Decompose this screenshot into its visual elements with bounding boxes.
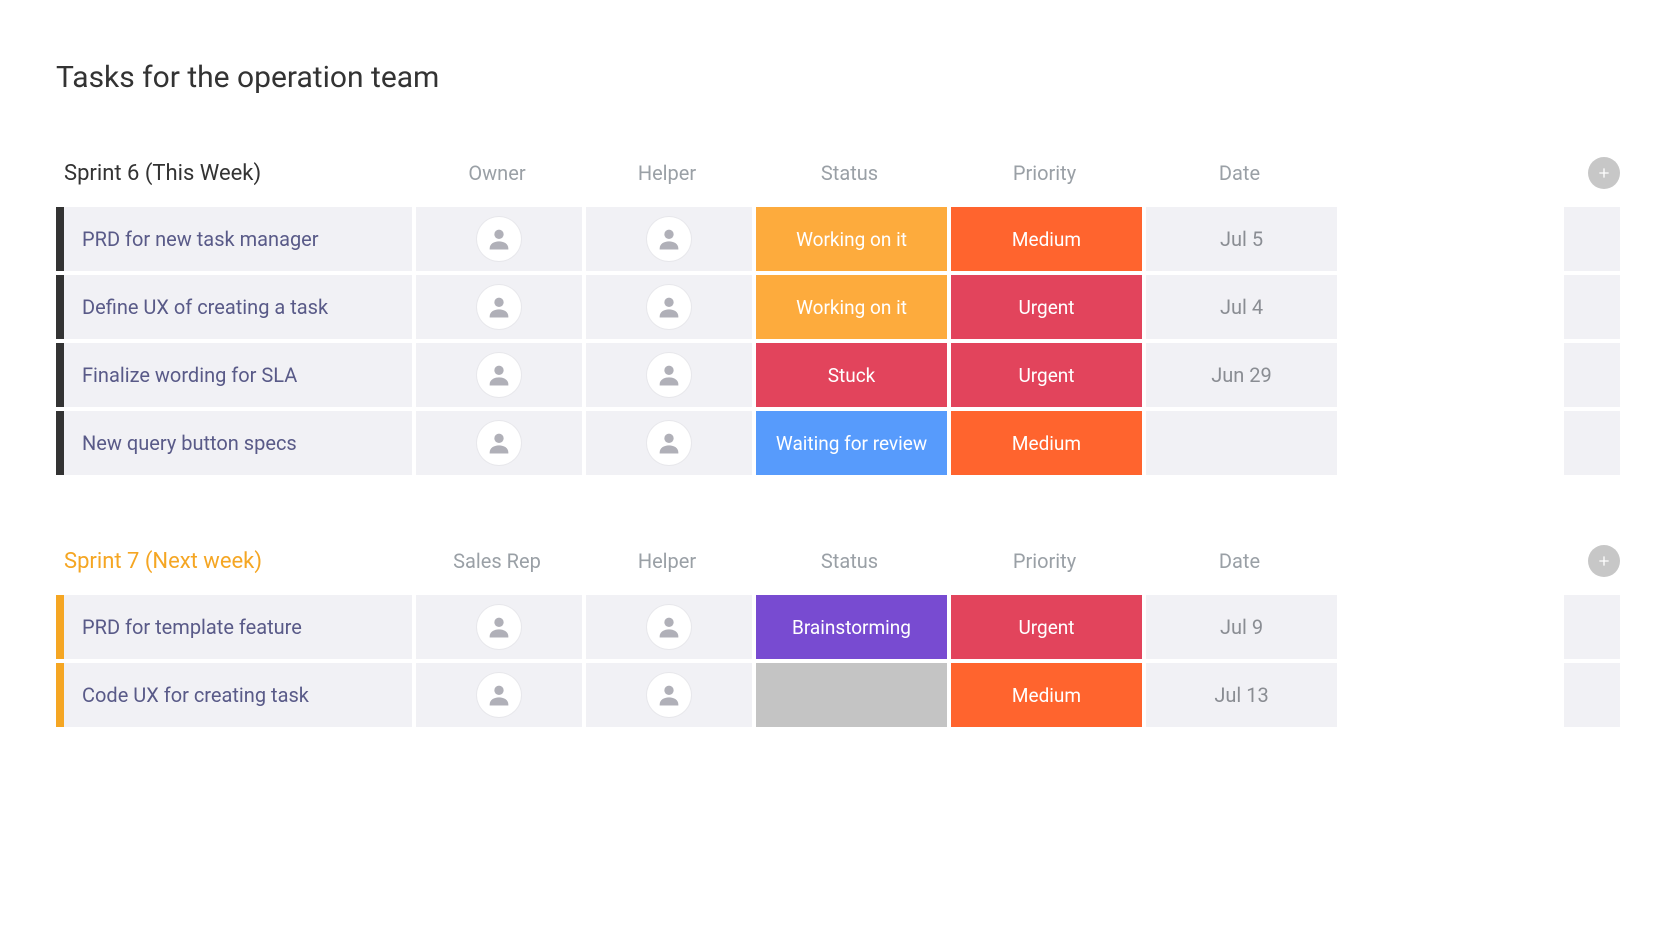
person-icon bbox=[485, 293, 513, 321]
helper-cell[interactable] bbox=[586, 663, 752, 727]
date-cell[interactable]: Jul 9 bbox=[1146, 595, 1337, 659]
helper-cell[interactable] bbox=[586, 411, 752, 475]
row-tail-cell bbox=[1564, 595, 1620, 659]
priority-cell[interactable]: Medium bbox=[951, 411, 1142, 475]
priority-cell[interactable]: Medium bbox=[951, 207, 1142, 271]
status-cell[interactable]: Working on it bbox=[756, 207, 947, 271]
column-header[interactable]: Sales Rep bbox=[412, 549, 582, 573]
owner-cell[interactable] bbox=[416, 275, 582, 339]
status-cell[interactable] bbox=[756, 663, 947, 727]
add-column-button[interactable] bbox=[1588, 157, 1620, 189]
helper-cell[interactable] bbox=[586, 275, 752, 339]
owner-cell[interactable] bbox=[416, 411, 582, 475]
date-cell[interactable]: Jun 29 bbox=[1146, 343, 1337, 407]
helper-cell[interactable] bbox=[586, 207, 752, 271]
person-icon bbox=[485, 429, 513, 457]
row-tail-cell bbox=[1564, 411, 1620, 475]
avatar bbox=[647, 673, 691, 717]
owner-cell[interactable] bbox=[416, 663, 582, 727]
status-cell[interactable]: Working on it bbox=[756, 275, 947, 339]
task-name-cell[interactable]: Finalize wording for SLA bbox=[64, 343, 412, 407]
person-icon bbox=[485, 361, 513, 389]
avatar bbox=[647, 605, 691, 649]
status-cell[interactable]: Brainstorming bbox=[756, 595, 947, 659]
avatar bbox=[647, 353, 691, 397]
plus-icon bbox=[1596, 165, 1612, 181]
avatar bbox=[647, 421, 691, 465]
task-name-cell[interactable]: Code UX for creating task bbox=[64, 663, 412, 727]
priority-cell[interactable]: Urgent bbox=[951, 343, 1142, 407]
status-cell[interactable]: Stuck bbox=[756, 343, 947, 407]
column-header[interactable]: Priority bbox=[947, 549, 1142, 573]
column-header[interactable]: Owner bbox=[412, 161, 582, 185]
table-row[interactable]: Finalize wording for SLA StuckUrgentJun 2… bbox=[56, 343, 1620, 407]
owner-cell[interactable] bbox=[416, 595, 582, 659]
priority-cell[interactable]: Urgent bbox=[951, 275, 1142, 339]
person-icon bbox=[655, 681, 683, 709]
date-cell[interactable]: Jul 5 bbox=[1146, 207, 1337, 271]
avatar bbox=[647, 285, 691, 329]
column-header[interactable]: Priority bbox=[947, 161, 1142, 185]
add-column-button[interactable] bbox=[1588, 545, 1620, 577]
avatar bbox=[477, 285, 521, 329]
owner-cell[interactable] bbox=[416, 207, 582, 271]
row-accent-bar bbox=[56, 595, 64, 659]
row-accent-bar bbox=[56, 663, 64, 727]
group-header: Sprint 7 (Next week)Sales RepHelperStatu… bbox=[56, 539, 1620, 583]
priority-cell[interactable]: Urgent bbox=[951, 595, 1142, 659]
table-row[interactable]: New query button specs Waiting for review… bbox=[56, 411, 1620, 475]
group-header: Sprint 6 (This Week)OwnerHelperStatusPri… bbox=[56, 151, 1620, 195]
person-icon bbox=[655, 293, 683, 321]
column-header[interactable]: Helper bbox=[582, 549, 752, 573]
column-header[interactable]: Status bbox=[752, 549, 947, 573]
task-group: Sprint 6 (This Week)OwnerHelperStatusPri… bbox=[56, 151, 1620, 475]
priority-cell[interactable]: Medium bbox=[951, 663, 1142, 727]
column-header[interactable]: Helper bbox=[582, 161, 752, 185]
helper-cell[interactable] bbox=[586, 595, 752, 659]
helper-cell[interactable] bbox=[586, 343, 752, 407]
plus-icon bbox=[1596, 553, 1612, 569]
status-cell[interactable]: Waiting for review bbox=[756, 411, 947, 475]
row-accent-bar bbox=[56, 343, 64, 407]
avatar bbox=[477, 421, 521, 465]
column-header[interactable]: Date bbox=[1142, 549, 1337, 573]
table-row[interactable]: PRD for new task manager Working on itMed… bbox=[56, 207, 1620, 271]
row-tail-cell bbox=[1564, 343, 1620, 407]
group-title[interactable]: Sprint 7 (Next week) bbox=[64, 549, 412, 574]
owner-cell[interactable] bbox=[416, 343, 582, 407]
row-accent-bar bbox=[56, 275, 64, 339]
date-cell[interactable]: Jul 13 bbox=[1146, 663, 1337, 727]
task-name-cell[interactable]: Define UX of creating a task bbox=[64, 275, 412, 339]
avatar bbox=[477, 353, 521, 397]
task-name-cell[interactable]: PRD for new task manager bbox=[64, 207, 412, 271]
row-tail-cell bbox=[1564, 275, 1620, 339]
avatar bbox=[647, 217, 691, 261]
person-icon bbox=[485, 681, 513, 709]
row-accent-bar bbox=[56, 411, 64, 475]
table-row[interactable]: PRD for template feature BrainstormingUrg… bbox=[56, 595, 1620, 659]
page-title: Tasks for the operation team bbox=[56, 60, 1620, 95]
column-header[interactable]: Status bbox=[752, 161, 947, 185]
row-accent-bar bbox=[56, 207, 64, 271]
person-icon bbox=[655, 613, 683, 641]
avatar bbox=[477, 605, 521, 649]
task-group: Sprint 7 (Next week)Sales RepHelperStatu… bbox=[56, 539, 1620, 727]
column-header[interactable]: Date bbox=[1142, 161, 1337, 185]
table-row[interactable]: Define UX of creating a task Working on i… bbox=[56, 275, 1620, 339]
task-name-cell[interactable]: New query button specs bbox=[64, 411, 412, 475]
date-cell[interactable]: Jul 4 bbox=[1146, 275, 1337, 339]
table-row[interactable]: Code UX for creating task MediumJul 13 bbox=[56, 663, 1620, 727]
avatar bbox=[477, 217, 521, 261]
row-tail-cell bbox=[1564, 207, 1620, 271]
person-icon bbox=[485, 225, 513, 253]
person-icon bbox=[655, 361, 683, 389]
person-icon bbox=[655, 225, 683, 253]
group-title[interactable]: Sprint 6 (This Week) bbox=[64, 161, 412, 186]
date-cell[interactable] bbox=[1146, 411, 1337, 475]
avatar bbox=[477, 673, 521, 717]
row-tail-cell bbox=[1564, 663, 1620, 727]
task-name-cell[interactable]: PRD for template feature bbox=[64, 595, 412, 659]
person-icon bbox=[485, 613, 513, 641]
person-icon bbox=[655, 429, 683, 457]
